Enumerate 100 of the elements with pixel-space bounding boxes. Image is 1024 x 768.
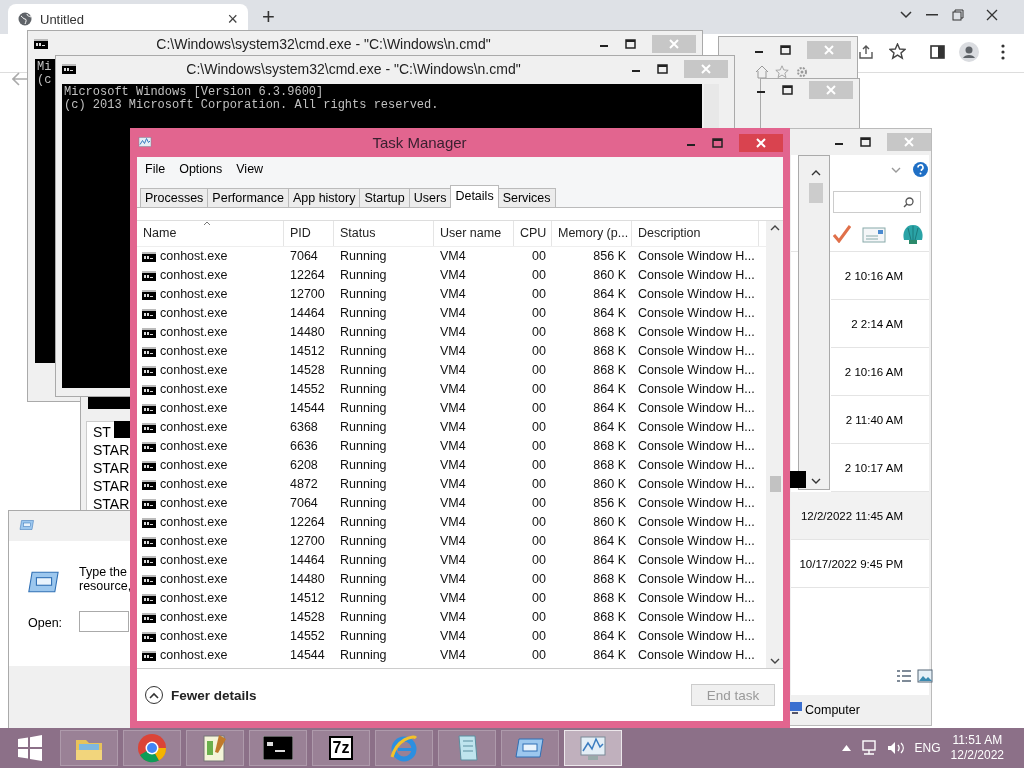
date-item[interactable]: 2 10:16 AM (831, 252, 929, 300)
menu-item[interactable]: File (140, 162, 171, 176)
table-cell-text: conhost.exe (160, 248, 228, 265)
tab[interactable]: Details (450, 185, 499, 208)
maximize-icon[interactable] (860, 137, 871, 147)
table-cell-text: Console Window H... (637, 609, 756, 626)
scroll-down-icon[interactable] (811, 478, 821, 484)
column-header[interactable]: PID (284, 221, 334, 246)
open-field[interactable] (79, 611, 129, 632)
table-cell-text: Console Window H... (637, 476, 756, 493)
maximize-icon[interactable] (782, 85, 793, 95)
table-cell-text: VM4 (439, 305, 467, 322)
maximize-icon[interactable] (657, 64, 668, 74)
maximize-icon[interactable] (780, 45, 791, 55)
envelope-icon[interactable] (862, 227, 886, 243)
table-cell-text: 00 (531, 362, 547, 379)
table-cell-text: 14480 (289, 324, 326, 341)
column-header[interactable]: Description (632, 221, 759, 246)
date-item[interactable]: 2 11:40 AM (831, 396, 929, 444)
column-header[interactable]: Status (334, 221, 434, 246)
table-cell-text: 860 K (592, 267, 627, 284)
console-icon (142, 498, 156, 509)
star-icon[interactable] (889, 43, 906, 60)
column-header[interactable]: CPU (514, 221, 552, 246)
scrollbar-thumb[interactable] (770, 476, 781, 492)
scroll-up-icon[interactable] (811, 170, 821, 176)
date-item[interactable]: 10/17/2022 9:45 PM (791, 540, 929, 588)
tab[interactable]: App history (287, 188, 361, 207)
home-icon (755, 65, 769, 79)
restore-icon[interactable] (952, 9, 964, 21)
taskbar-app[interactable]: 7z (312, 730, 370, 766)
prompt-text: Type the (79, 565, 127, 579)
new-tab-button[interactable]: + (262, 6, 275, 28)
table-cell-text: 00 (531, 400, 547, 417)
notepad-icon (201, 733, 229, 763)
clock[interactable]: 11:51 AM 12/2/2022 (950, 733, 1004, 763)
column-header[interactable]: Memory (p... (552, 221, 632, 246)
taskbar-app[interactable] (249, 730, 307, 766)
date-item[interactable]: 12/2/2022 11:45 AM (791, 492, 929, 540)
close-icon (701, 64, 711, 74)
table-cell-text: 7064 (289, 248, 319, 265)
network-icon[interactable] (860, 740, 877, 756)
close-icon (986, 9, 998, 21)
shell-icon[interactable] (901, 223, 925, 245)
console-icon (142, 517, 156, 528)
column-header[interactable]: Name (137, 221, 284, 246)
table-cell-text: 864 K (592, 647, 627, 664)
table-cell-text: Running (339, 476, 388, 493)
maximize-icon[interactable] (625, 39, 636, 49)
table-cell-text: 14528 (289, 362, 326, 379)
table-cell-text: 7064 (289, 495, 319, 512)
language-indicator[interactable]: ENG (914, 741, 941, 755)
table-cell-text: 14552 (289, 628, 326, 645)
help-icon[interactable] (913, 162, 928, 177)
menu-item[interactable]: View (231, 162, 269, 176)
caret-up-icon[interactable] (841, 745, 851, 751)
menu-icon[interactable] (1001, 44, 1005, 60)
details-view-icon[interactable] (896, 669, 912, 683)
table-cell-text: 860 K (592, 476, 627, 493)
date-item[interactable]: 2 10:16 AM (831, 348, 929, 396)
close-icon (669, 39, 679, 49)
menu-item[interactable]: Options (174, 162, 228, 176)
tab[interactable]: Processes (140, 188, 209, 207)
search-field[interactable] (833, 191, 921, 213)
close-tab-button[interactable]: × (227, 10, 238, 28)
volume-icon[interactable] (886, 741, 905, 755)
console-icon (142, 574, 156, 585)
thumbnail-view-icon[interactable] (917, 669, 933, 683)
table-cell-text: Console Window H... (637, 533, 756, 550)
scrollbar[interactable] (704, 84, 719, 128)
side-panel-icon[interactable] (930, 45, 945, 59)
table-cell-text: Console Window H... (637, 495, 756, 512)
date-item[interactable]: 2 2:14 AM (831, 300, 929, 348)
table-cell-text: VM4 (439, 628, 467, 645)
table-cell-text: Running (339, 248, 388, 265)
column-header[interactable]: User name (434, 221, 514, 246)
table-cell-text: Console Window H... (637, 552, 756, 569)
close-icon (756, 137, 766, 148)
console-icon (142, 403, 156, 414)
windows-logo-icon[interactable] (17, 735, 43, 761)
table-cell-text: VM4 (439, 590, 467, 607)
fewer-details-link[interactable]: Fewer details (171, 687, 257, 703)
tab[interactable]: Performance (207, 188, 289, 207)
share-icon[interactable] (858, 44, 874, 60)
tab[interactable]: Users (408, 188, 452, 207)
tab[interactable]: Services (497, 188, 556, 207)
log-line: STAR (93, 495, 130, 513)
profile-icon[interactable] (959, 42, 979, 62)
table-cell-text: conhost.exe (160, 419, 228, 436)
table-cell-text: Running (339, 362, 388, 379)
minimize-icon[interactable] (926, 13, 938, 17)
table-cell-text: VM4 (439, 438, 467, 455)
table-cell-text: VM4 (439, 343, 467, 360)
chevron-down-icon[interactable] (900, 11, 912, 19)
table-cell-text: VM4 (439, 609, 467, 626)
tab[interactable]: Startup (359, 188, 410, 207)
scrollbar-thumb[interactable] (809, 183, 823, 203)
checkmark-icon[interactable] (833, 225, 851, 243)
console-icon (142, 631, 156, 642)
console-fragment (790, 471, 806, 488)
